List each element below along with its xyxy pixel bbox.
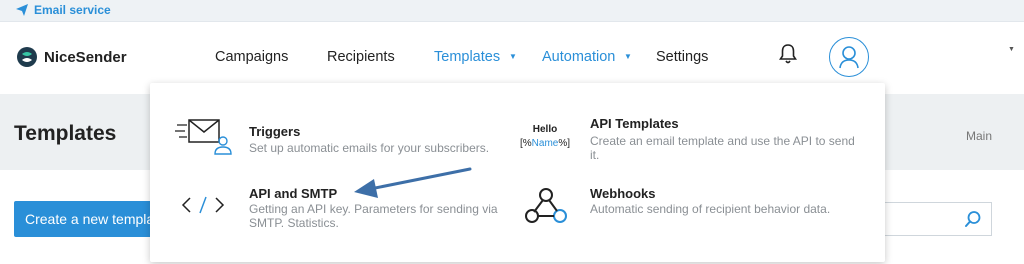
templates-caret-icon[interactable]: ▼ [509,52,517,61]
nav-recipients[interactable]: Recipients [327,49,395,65]
webhook-icon [525,188,567,223]
brand-name: NiceSender [44,48,127,66]
menu-item-webhooks-desc: Automatic sending of recipient behavior … [590,202,831,216]
menu-item-triggers[interactable]: Triggers Set up automatic emails for you… [168,113,508,161]
menu-item-api-smtp-title: API and SMTP [249,186,338,201]
menu-item-api-smtp-desc: Getting an API key. Parameters for sendi… [249,202,498,230]
hello-close: %] [558,138,571,149]
search-input[interactable] [880,202,992,236]
hello-open: [% [519,138,532,149]
hello-name-icon: Hello [%Name%] [515,123,575,151]
hello-name: Name [531,138,559,149]
nicesender-logo-icon [17,47,37,67]
menu-item-triggers-desc: Set up automatic emails for your subscri… [249,141,490,155]
search-icon[interactable] [964,210,982,228]
menu-item-api-templates-desc: Create an email template and use the API… [590,134,855,162]
menu-item-api-templates[interactable]: Hello [%Name%] API Templates Create an e… [515,113,875,163]
menu-item-api-templates-title: API Templates [590,116,679,131]
paper-plane-icon [16,4,28,16]
envelope-person-icon [175,119,232,155]
bell-icon[interactable] [778,43,798,65]
nav-campaigns[interactable]: Campaigns [215,49,288,65]
annotation-arrow [354,167,472,198]
menu-item-webhooks[interactable]: Webhooks Automatic sending of recipient … [515,181,875,233]
user-icon [839,46,859,69]
service-strip: Email service [0,0,1024,22]
automation-caret-icon[interactable]: ▼ [624,52,632,61]
menu-item-webhooks-title: Webhooks [590,186,656,201]
service-link[interactable]: Email service [16,3,111,17]
logo[interactable]: NiceSender [16,46,127,68]
create-template-button[interactable]: Create a new template [14,201,164,237]
code-brackets-icon [181,196,225,214]
nav-settings[interactable]: Settings [656,49,708,65]
automation-dropdown: Triggers Set up automatic emails for you… [150,83,885,262]
breadcrumb[interactable]: Main [966,129,992,143]
menu-item-triggers-title: Triggers [249,124,301,139]
nav-automation[interactable]: Automation [542,49,615,65]
hello-word: Hello [532,124,558,135]
account-caret-icon[interactable]: ▼ [1008,46,1015,53]
page-title: Templates [14,122,117,145]
user-avatar[interactable] [829,37,869,77]
service-label: Email service [34,3,111,17]
nav-templates[interactable]: Templates [434,49,500,65]
